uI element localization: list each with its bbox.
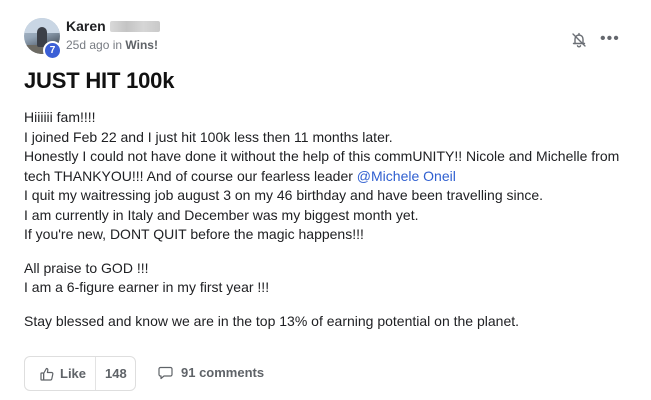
body-line: Honestly I could not have done it withou… — [24, 148, 620, 164]
body-line: I quit my waitressing job august 3 on my… — [24, 187, 544, 203]
user-mention-link[interactable]: @Michele Oneil — [357, 168, 456, 184]
comments-count: 91 comments — [181, 365, 265, 380]
body-line: I am a 6-figure earner in my first year … — [24, 279, 270, 295]
body-line: I joined Feb 22 and I just hit 100k less… — [24, 128, 393, 145]
redacted-surname — [110, 21, 160, 32]
body-line: I am currently in Italy and December was… — [24, 206, 419, 223]
post-card: 7 Karen 25d ago in Wins! ••• JUST HIT 10… — [0, 0, 651, 400]
post-time: 25d ago in — [66, 38, 123, 52]
body-text: tech THANKYOU!!! And of course our fearl… — [24, 167, 357, 184]
divider — [95, 357, 96, 390]
avatar[interactable]: 7 — [24, 18, 62, 60]
more-options-icon[interactable]: ••• — [600, 30, 620, 48]
level-badge: 7 — [43, 41, 62, 60]
body-line: All praise to GOD !!! — [24, 259, 149, 276]
like-count[interactable]: 148 — [105, 366, 127, 381]
author-name[interactable]: Karen — [66, 18, 106, 34]
post-meta: 25d ago in Wins! — [66, 38, 158, 52]
like-label: Like — [60, 366, 87, 381]
post-category[interactable]: Wins! — [125, 38, 158, 52]
body-line: Hiiiiii fam!!!! — [24, 109, 96, 125]
body-line-with-mention: tech THANKYOU!!! And of course our fearl… — [24, 167, 634, 187]
body-line: If you're new, DONT QUIT before the magi… — [24, 226, 364, 242]
body-line: Stay blessed and know we are in the top … — [24, 312, 520, 329]
bell-off-icon[interactable] — [570, 31, 588, 49]
thumbs-up-icon — [40, 367, 54, 381]
post-title: JUST HIT 100k — [24, 68, 175, 93]
comment-icon — [158, 366, 173, 380]
post-body: Hiiiiii fam!!!! I joined Feb 22 and I ju… — [24, 108, 634, 331]
like-button[interactable]: Like 148 — [24, 356, 136, 391]
